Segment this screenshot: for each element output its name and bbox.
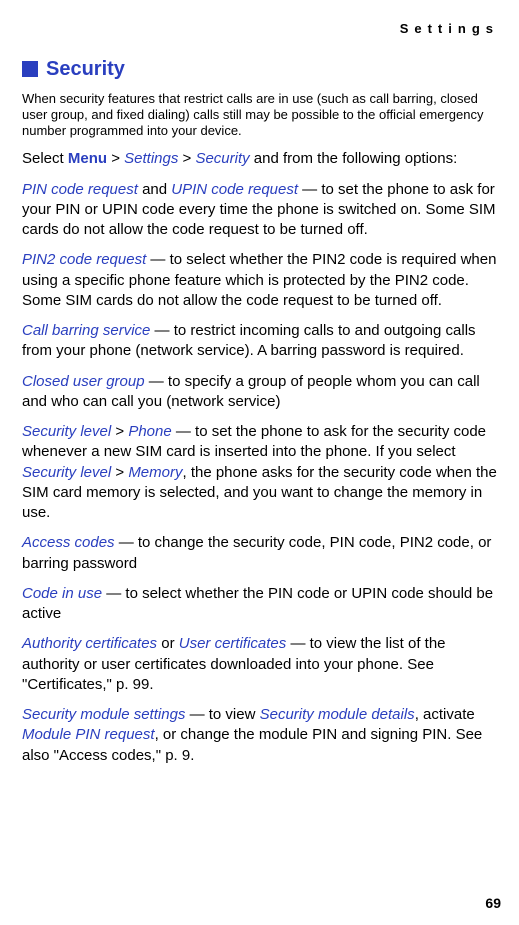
menu-term: Menu (68, 150, 107, 167)
pin-term: PIN code request (22, 181, 138, 198)
item-pin: PIN code request and UPIN code request —… (22, 180, 501, 241)
select-prefix: Select (22, 150, 68, 167)
secmod-term: Security module settings (22, 706, 185, 723)
item-codeinuse: Code in use — to select whether the PIN … (22, 584, 501, 625)
intro-paragraph: When security features that restrict cal… (22, 91, 501, 140)
upin-term: UPIN code request (171, 181, 298, 198)
secmod-d3: , activate (415, 706, 475, 723)
page-number: 69 (485, 894, 501, 913)
section-bullet-icon (22, 61, 38, 77)
item-pin2: PIN2 code request — to select whether th… (22, 250, 501, 311)
phone-term: Phone (128, 423, 171, 440)
pin2-term: PIN2 code request (22, 251, 146, 268)
secmod-d1: — to view (185, 706, 259, 723)
section-title: Security (46, 56, 125, 83)
seclevel-term2: Security level (22, 464, 111, 481)
select-line: Select Menu > Settings > Security and fr… (22, 149, 501, 169)
codeinuse-term: Code in use (22, 585, 102, 602)
settings-term: Settings (124, 150, 178, 167)
item-secmod: Security module settings — to view Secur… (22, 705, 501, 766)
section-heading: Security (22, 56, 501, 83)
gt2: > (178, 150, 195, 167)
authcert-term: Authority certificates (22, 635, 157, 652)
pin-and: and (138, 181, 171, 198)
item-certs: Authority certificates or User certifica… (22, 634, 501, 695)
barring-term: Call barring service (22, 322, 150, 339)
item-barring: Call barring service — to restrict incom… (22, 321, 501, 362)
access-term: Access codes (22, 534, 115, 551)
select-suffix: and from the following options: (250, 150, 458, 167)
secmod-details-term: Security module details (260, 706, 415, 723)
seclevel-term1: Security level (22, 423, 111, 440)
header-label: Settings (22, 20, 501, 38)
modulepin-term: Module PIN request (22, 726, 155, 743)
seclevel-gt1: > (111, 423, 128, 440)
item-cug: Closed user group — to specify a group o… (22, 372, 501, 413)
item-seclevel: Security level > Phone — to set the phon… (22, 422, 501, 523)
seclevel-gt2: > (111, 464, 128, 481)
security-term: Security (195, 150, 249, 167)
certs-or: or (157, 635, 179, 652)
cug-term: Closed user group (22, 373, 145, 390)
gt1: > (107, 150, 124, 167)
memory-term: Memory (128, 464, 182, 481)
usercert-term: User certificates (179, 635, 287, 652)
item-access: Access codes — to change the security co… (22, 533, 501, 574)
